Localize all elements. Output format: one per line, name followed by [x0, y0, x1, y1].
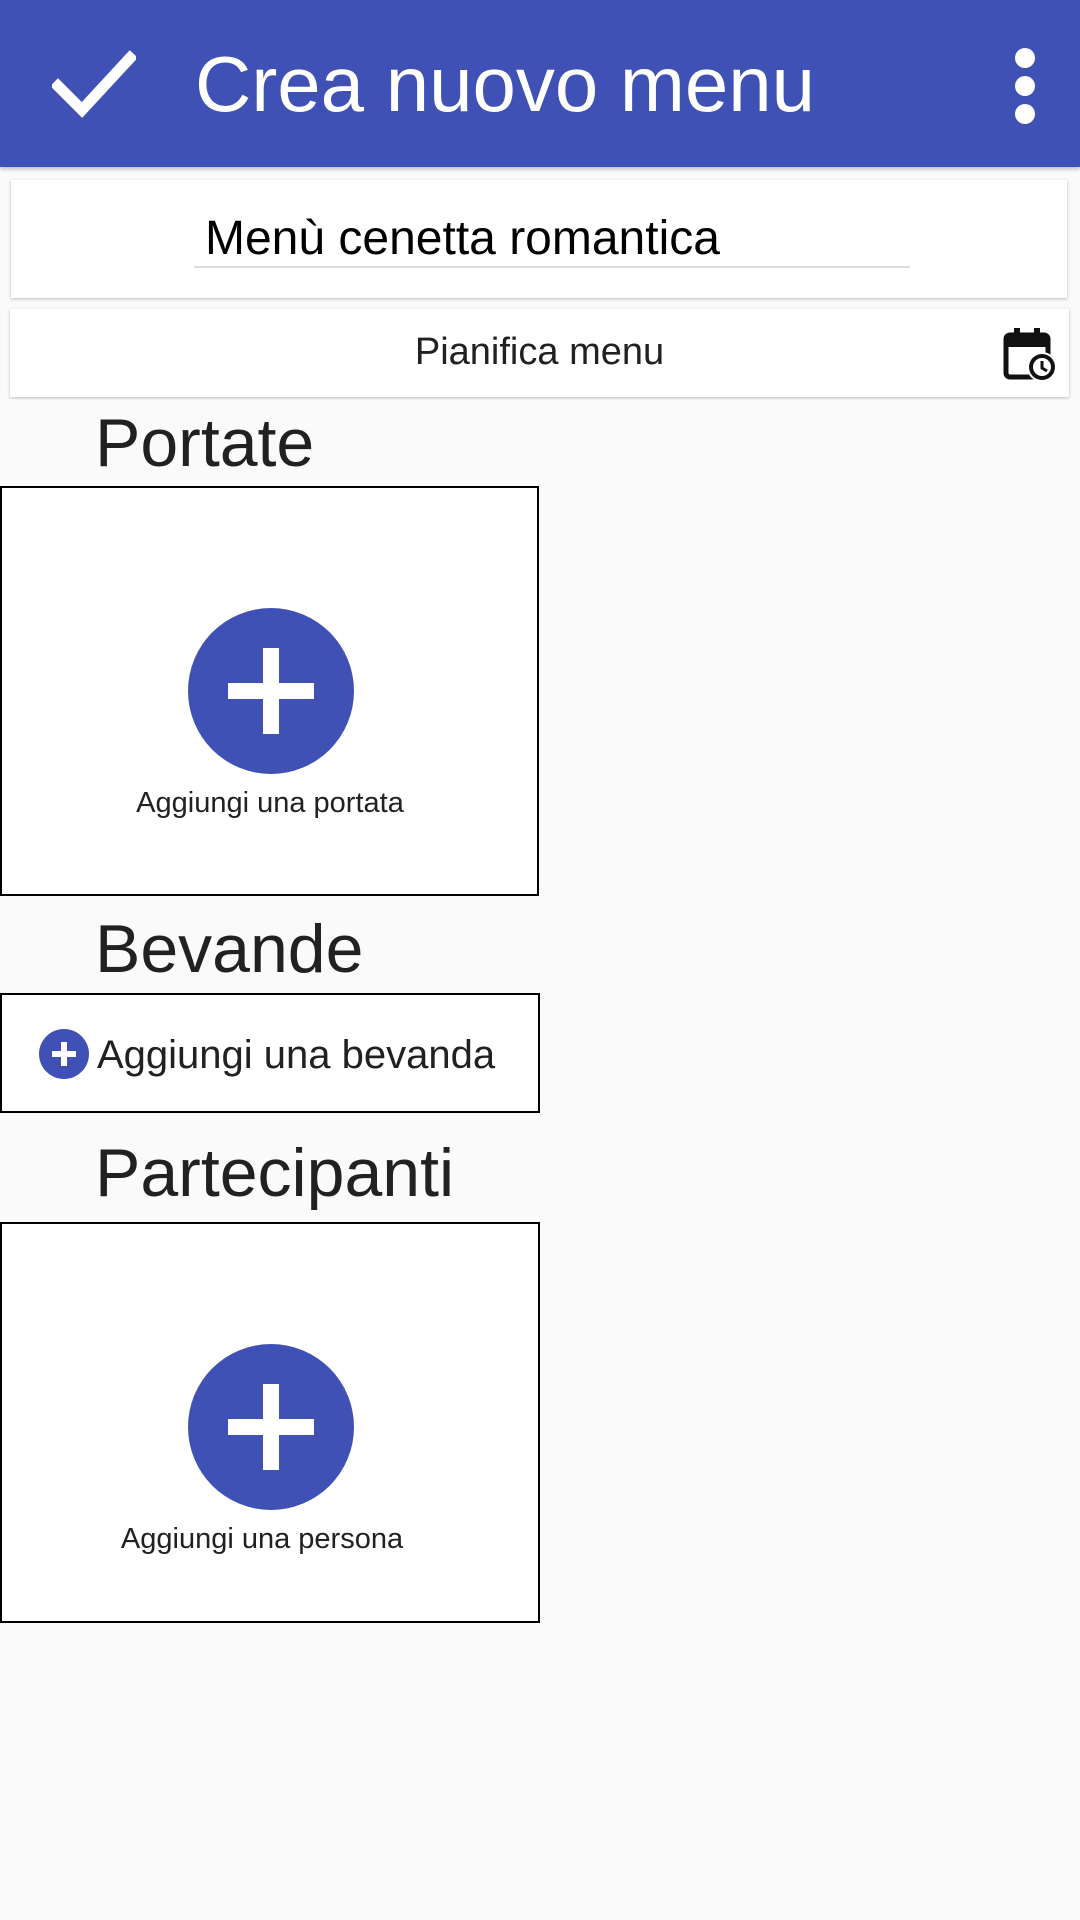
participants-title: Partecipanti [95, 1135, 455, 1211]
add-course-icon[interactable] [188, 608, 354, 774]
courses-title: Portate [95, 405, 315, 481]
menu-name-input[interactable] [194, 210, 910, 268]
drinks-title: Bevande [95, 911, 364, 987]
calendar-clock-icon[interactable] [1000, 325, 1060, 385]
add-drink-button[interactable]: Aggiungi una bevanda [0, 993, 540, 1113]
add-participant-label: Aggiungi una persona [120, 1523, 404, 1555]
more-vert-icon[interactable] [1010, 48, 1040, 124]
add-participant-card[interactable]: Aggiungi una persona [0, 1222, 540, 1623]
app-bar: Crea nuovo menu [0, 0, 1080, 167]
schedule-menu-button[interactable]: Pianifica menu [10, 309, 1069, 397]
page-title: Crea nuovo menu [195, 40, 816, 128]
add-participant-icon[interactable] [188, 1344, 354, 1510]
add-drink-icon[interactable] [39, 1029, 89, 1079]
add-course-card[interactable]: Aggiungi una portata [0, 486, 539, 896]
add-course-label: Aggiungi una portata [136, 787, 404, 819]
check-icon[interactable] [52, 50, 136, 118]
schedule-menu-label: Pianifica menu [414, 331, 665, 373]
add-drink-label: Aggiungi una bevanda [97, 1033, 496, 1077]
menu-name-card [11, 180, 1067, 298]
